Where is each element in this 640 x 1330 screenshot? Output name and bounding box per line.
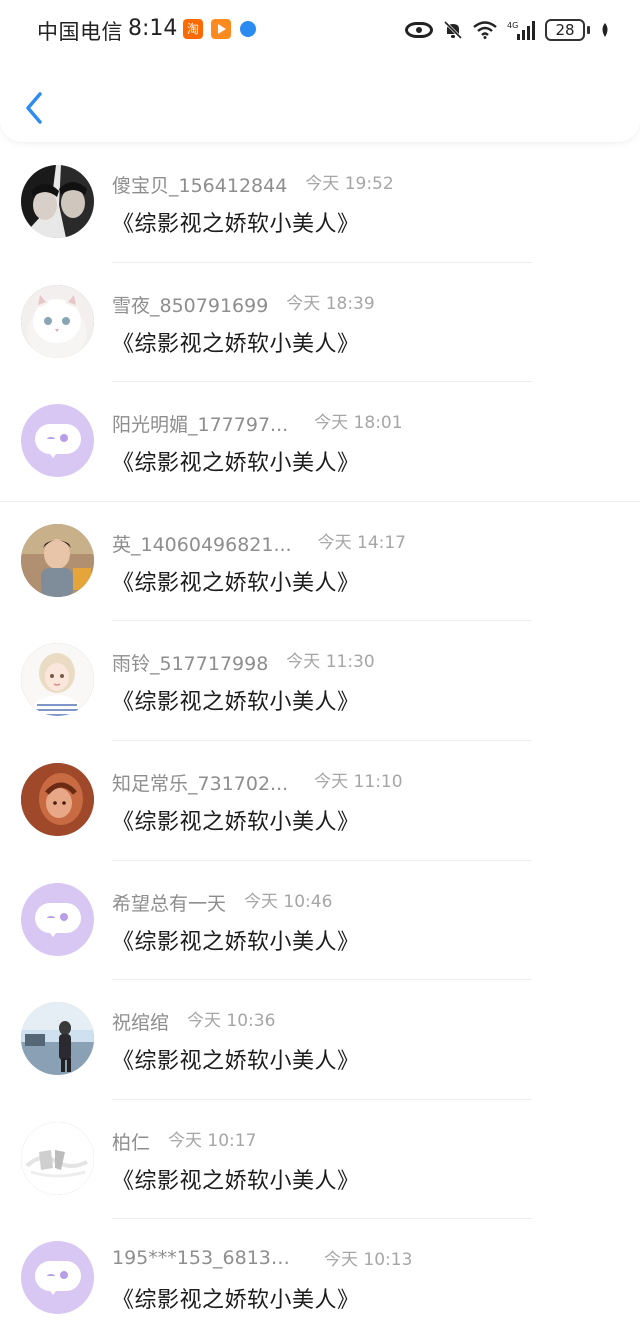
message-time: 今天 19:52 [305,174,394,194]
message-text: 《综影视之娇软小美人》 [112,1049,360,1075]
chevron-left-icon [26,92,42,124]
message-text: 《综影视之娇软小美人》 [112,570,360,596]
name-line: 柏仁 今天 10:17 [112,1128,256,1154]
carrier-label: 中国电信 [37,20,123,44]
default-avatar-bubble-tail [47,1287,59,1296]
message-time: 今天 10:36 [187,1011,276,1032]
name-line: 傻宝贝_156412844 今天 19:52 [112,171,394,197]
user-name[interactable]: 知足常乐_731702... [112,769,288,795]
default-avatar-bubble-tail [47,928,59,937]
name-line: 英_14060496821... 今天 14:17 [112,530,406,556]
name-line: 阳光明媚_177797... 今天 18:01 [112,410,403,436]
name-line: 195***153_68138... 今天 10:13 [112,1247,412,1273]
user-name[interactable]: 希望总有一天 [112,889,226,915]
message-time: 今天 10:17 [168,1130,257,1151]
avatar[interactable] [21,762,94,836]
message-app-notification-icon [240,21,256,37]
clock: 8:14 [128,16,178,41]
message-time: 今天 11:30 [286,652,375,673]
message-text: 《综影视之娇软小美人》 [112,451,360,477]
list-item[interactable]: 阳光明媚_177797... 今天 18:01 《综影视之娇软小美人》 [0,382,640,502]
name-line: 雪夜_850791699 今天 18:39 [112,291,375,317]
message-text: 《综影视之娇软小美人》 [112,1168,360,1194]
wifi-icon [473,21,497,39]
name-line: 知足常乐_731702... 今天 11:10 [112,769,403,795]
user-name[interactable]: 195***153_68138... [112,1247,298,1273]
avatar[interactable] [21,523,94,597]
name-line: 祝绾绾 今天 10:36 [112,1008,275,1034]
video-app-notification-icon [211,19,231,39]
status-icons: 4G 28 [405,16,610,44]
bell-mute-icon [443,20,463,40]
default-avatar-eye [47,915,55,920]
message-text: 《综影视之娇软小美人》 [112,809,360,835]
list-item[interactable]: 雨铃_517717998 今天 11:30 《综影视之娇软小美人》 [0,621,640,741]
default-avatar-bubble-tail [47,450,59,459]
avatar[interactable] [21,1241,94,1315]
avatar[interactable] [21,643,94,717]
leaf-icon [600,22,610,38]
signal-4g-icon: 4G [507,20,535,40]
list-item[interactable]: 195***153_68138... 今天 10:13 《综影视之娇软小美人》 [0,1219,640,1330]
message-text: 《综影视之娇软小美人》 [112,212,360,237]
avatar[interactable] [21,404,94,478]
message-time: 今天 10:46 [244,891,333,912]
user-name[interactable]: 雪夜_850791699 [112,291,268,317]
back-button[interactable] [20,88,50,128]
top-bar: 中国电信 8:14 淘 4G 28 [0,0,640,142]
avatar[interactable] [21,1121,94,1195]
message-time: 今天 18:39 [286,293,375,314]
user-name[interactable]: 雨铃_517717998 [112,649,268,675]
user-name[interactable]: 阳光明媚_177797... [112,410,288,436]
avatar[interactable] [21,1002,94,1076]
list-item[interactable]: 柏仁 今天 10:17 《综影视之娇软小美人》 [0,1100,640,1220]
default-avatar-eye [60,912,68,921]
message-list: 傻宝贝_156412844 今天 19:52 《综影视之娇软小美人》 雪夜_85… [0,143,640,1330]
list-item[interactable]: 英_14060496821... 今天 14:17 《综影视之娇软小美人》 [0,502,640,622]
avatar[interactable] [21,165,94,238]
message-time: 今天 11:10 [314,771,403,792]
eye-icon [405,22,433,38]
list-item[interactable]: 傻宝贝_156412844 今天 19:52 《综影视之娇软小美人》 [0,143,640,263]
default-avatar-eye [47,437,55,441]
list-item[interactable]: 知足常乐_731702... 今天 11:10 《综影视之娇软小美人》 [0,741,640,861]
name-line: 希望总有一天 今天 10:46 [112,889,332,915]
network-type-label: 4G [507,21,518,30]
message-time: 今天 18:01 [314,413,403,434]
message-text: 《综影视之娇软小美人》 [112,1288,360,1314]
message-text: 《综影视之娇软小美人》 [112,331,360,357]
taobao-notification-icon: 淘 [183,19,203,39]
avatar[interactable] [21,882,94,956]
battery-icon: 28 [545,19,585,41]
name-line: 雨铃_517717998 今天 11:30 [112,649,375,675]
message-time: 今天 10:13 [324,1250,413,1271]
list-item[interactable]: 雪夜_850791699 今天 18:39 《综影视之娇软小美人》 [0,263,640,383]
user-name[interactable]: 祝绾绾 [112,1008,169,1034]
default-avatar-eye [47,1274,55,1278]
message-time: 今天 14:17 [317,532,406,553]
user-name[interactable]: 英_14060496821... [112,530,292,556]
battery-tip [587,26,590,34]
status-bar: 中国电信 8:14 淘 4G 28 [0,0,640,62]
message-text: 《综影视之娇软小美人》 [112,929,360,955]
user-name[interactable]: 柏仁 [112,1128,150,1154]
list-item[interactable]: 希望总有一天 今天 10:46 《综影视之娇软小美人》 [0,861,640,981]
avatar[interactable] [21,284,94,358]
message-text: 《综影视之娇软小美人》 [112,690,360,716]
list-item[interactable]: 祝绾绾 今天 10:36 《综影视之娇软小美人》 [0,980,640,1100]
user-name[interactable]: 傻宝贝_156412844 [112,171,287,197]
